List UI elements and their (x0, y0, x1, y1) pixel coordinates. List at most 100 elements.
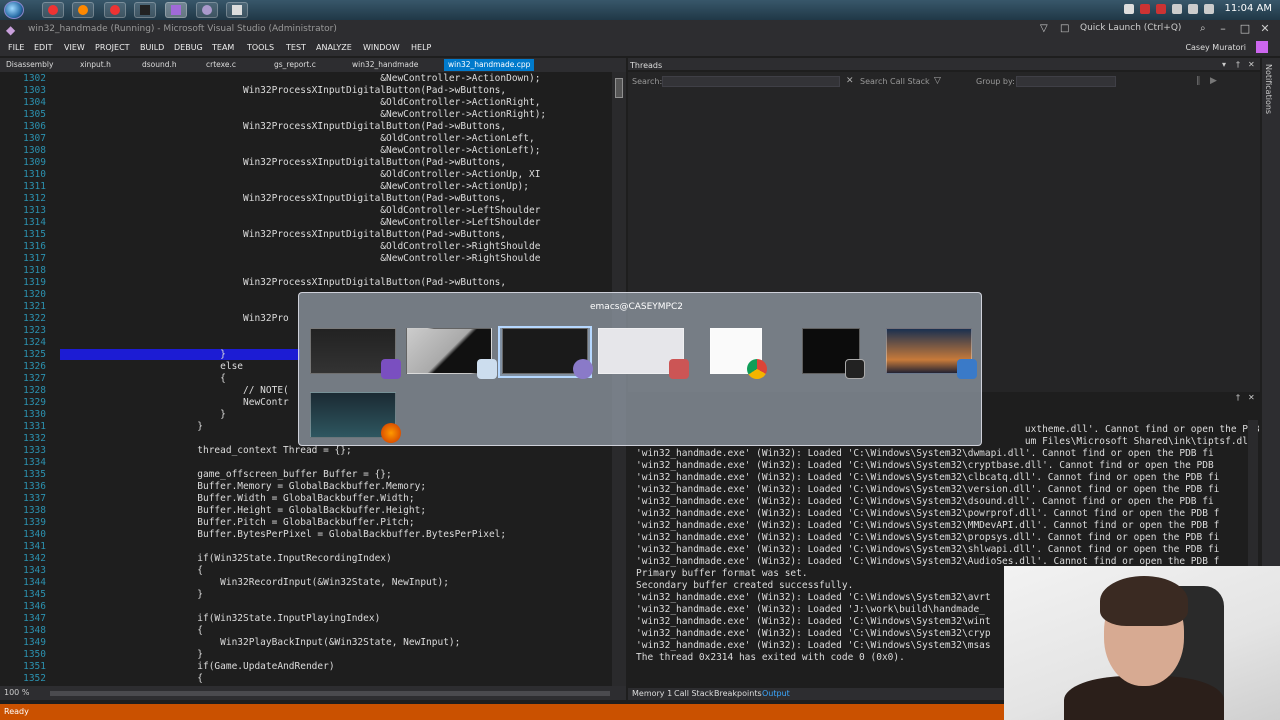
switcher-item-document[interactable] (598, 328, 689, 379)
code-line: &NewController->ActionRight); (60, 109, 547, 120)
scrollbar-thumb[interactable] (615, 78, 623, 98)
volume-icon[interactable] (1204, 4, 1214, 14)
tab-disassembly[interactable]: Disassembly (2, 59, 57, 71)
menu-window[interactable]: WINDOW (363, 43, 400, 52)
chrome-taskbar-button[interactable] (42, 2, 64, 18)
taskbar-clock[interactable]: 11:04 AM (1225, 3, 1272, 14)
chrome-taskbar-button-2[interactable] (104, 2, 126, 18)
output-line: Primary buffer format was set. (636, 568, 808, 579)
tab-call-stack[interactable]: Call Stack (674, 689, 714, 698)
notepad-taskbar-button[interactable] (226, 2, 248, 18)
tray-icon[interactable] (1156, 4, 1166, 14)
visual-studio-taskbar-button[interactable] (165, 2, 187, 18)
code-line: else (60, 361, 244, 372)
menu-view[interactable]: VIEW (64, 43, 85, 52)
tray-icon[interactable] (1172, 4, 1182, 14)
output-line: 'win32_handmade.exe' (Win32): Loaded 'C:… (636, 460, 1214, 471)
menu-edit[interactable]: EDIT (34, 43, 52, 52)
line-number-gutter: 1302 1303 1304 1305 1306 1307 1308 1309 1310 1311… (0, 72, 52, 686)
panel-dropdown-icon[interactable]: ▾ (1222, 60, 1226, 69)
threads-panel-title[interactable]: Threads (630, 61, 662, 70)
switcher-item-visual-studio[interactable] (310, 328, 401, 379)
code-line: Buffer.BytesPerPixel = GlobalBackbuffer.… (60, 529, 507, 540)
tab-win32-handmade[interactable]: win32_handmade (348, 59, 422, 71)
notifications-tab[interactable]: Notifications (1264, 64, 1273, 114)
line-number: 1324 (23, 337, 46, 348)
freeze-threads-icon[interactable]: ‖ (1196, 76, 1201, 86)
window-title: win32_handmade (Running) - Microsoft Vis… (28, 24, 337, 34)
output-line: 'win32_handmade.exe' (Win32): Loaded 'C:… (636, 616, 991, 627)
maximize-button[interactable]: □ (1238, 22, 1252, 36)
cmd-taskbar-button[interactable] (134, 2, 156, 18)
emacs-icon (573, 359, 593, 379)
zoom-level[interactable]: 100 % (4, 688, 29, 697)
tab-output[interactable]: Output (762, 689, 790, 698)
search-call-stack-toggle[interactable]: Search Call Stack (860, 77, 930, 86)
tab-gs-report-c[interactable]: gs_report.c (270, 59, 320, 71)
tab-breakpoints[interactable]: Breakpoints (714, 689, 762, 698)
emacs-taskbar-button[interactable] (196, 2, 218, 18)
horizontal-scroll-thumb[interactable] (50, 691, 610, 696)
output-line: 'win32_handmade.exe' (Win32): Loaded 'C:… (636, 448, 1214, 459)
tab-xinput-h[interactable]: xinput.h (76, 59, 115, 71)
switcher-item-cmd[interactable] (802, 328, 865, 379)
line-number: 1319 (23, 277, 46, 288)
code-line: NewContr (60, 397, 289, 408)
network-icon[interactable] (1188, 4, 1198, 14)
line-number: 1316 (23, 241, 46, 252)
menu-debug[interactable]: DEBUG (174, 43, 203, 52)
switcher-item-chrome[interactable] (710, 328, 767, 379)
code-line: if(Win32State.InputPlayingIndex) (60, 613, 381, 624)
close-button[interactable]: ✕ (1258, 22, 1272, 36)
pin-icon[interactable]: † (1236, 60, 1240, 69)
line-number: 1345 (23, 589, 46, 600)
clear-search-icon[interactable]: ✕ (846, 76, 854, 86)
tab-memory-1[interactable]: Memory 1 (632, 689, 672, 698)
menu-test[interactable]: TEST (286, 43, 306, 52)
tab-win32-handmade-cpp[interactable]: win32_handmade.cpp (444, 59, 535, 71)
avatar[interactable] (1256, 41, 1268, 53)
code-line: { (60, 673, 203, 684)
start-button[interactable] (4, 1, 24, 19)
menu-build[interactable]: BUILD (140, 43, 164, 52)
feedback-icon[interactable]: □ (1060, 23, 1069, 34)
group-by-select[interactable] (1016, 76, 1116, 87)
user-name[interactable]: Casey Muratori (1185, 43, 1246, 52)
code-line: Buffer.Memory = GlobalBackbuffer.Memory; (60, 481, 427, 492)
search-icon[interactable]: ⌕ (1200, 23, 1206, 34)
tray-icon[interactable] (1140, 4, 1150, 14)
line-number: 1307 (23, 133, 46, 144)
output-line: 'win32_handmade.exe' (Win32): Loaded 'J:… (636, 604, 985, 615)
threads-panel-header (628, 58, 1260, 70)
tab-dsound-h[interactable]: dsound.h (138, 59, 181, 71)
code-line: &NewController->ActionDown); (60, 73, 541, 84)
firefox-taskbar-button[interactable] (72, 2, 94, 18)
menu-tools[interactable]: TOOLS (247, 43, 274, 52)
menu-analyze[interactable]: ANALYZE (316, 43, 352, 52)
switcher-item-emacs[interactable] (502, 328, 593, 379)
menu-bar: FILE EDIT VIEW PROJECT BUILD DEBUG TEAM … (0, 40, 1280, 56)
menu-file[interactable]: FILE (8, 43, 24, 52)
menu-help[interactable]: HELP (411, 43, 431, 52)
close-panel-icon[interactable]: ✕ (1248, 393, 1255, 402)
quick-launch-input[interactable]: Quick Launch (Ctrl+Q) (1080, 23, 1220, 37)
line-number: 1323 (23, 325, 46, 336)
close-panel-icon[interactable]: ✕ (1248, 60, 1255, 69)
line-number: 1313 (23, 205, 46, 216)
code-line: &NewController->ActionUp); (60, 181, 529, 192)
switcher-item-paint[interactable] (406, 328, 497, 379)
pin-icon[interactable]: † (1236, 393, 1240, 402)
menu-project[interactable]: PROJECT (95, 43, 130, 52)
threads-search-input[interactable] (662, 76, 840, 87)
thaw-threads-icon[interactable]: ▶ (1210, 76, 1217, 86)
switcher-item-game[interactable] (886, 328, 977, 379)
code-line: Win32ProcessXInputDigitalButton(Pad->wBu… (60, 229, 507, 240)
output-line: Secondary buffer created successfully. (636, 580, 854, 591)
menu-team[interactable]: TEAM (212, 43, 234, 52)
filter-icon[interactable]: ▽ (934, 76, 941, 86)
tab-crtexe-c[interactable]: crtexe.c (202, 59, 240, 71)
filter-icon[interactable]: ▽ (1040, 23, 1048, 34)
minimize-button[interactable]: – (1216, 22, 1230, 36)
switcher-item-firefox[interactable] (310, 392, 401, 443)
tray-icon[interactable] (1124, 4, 1134, 14)
